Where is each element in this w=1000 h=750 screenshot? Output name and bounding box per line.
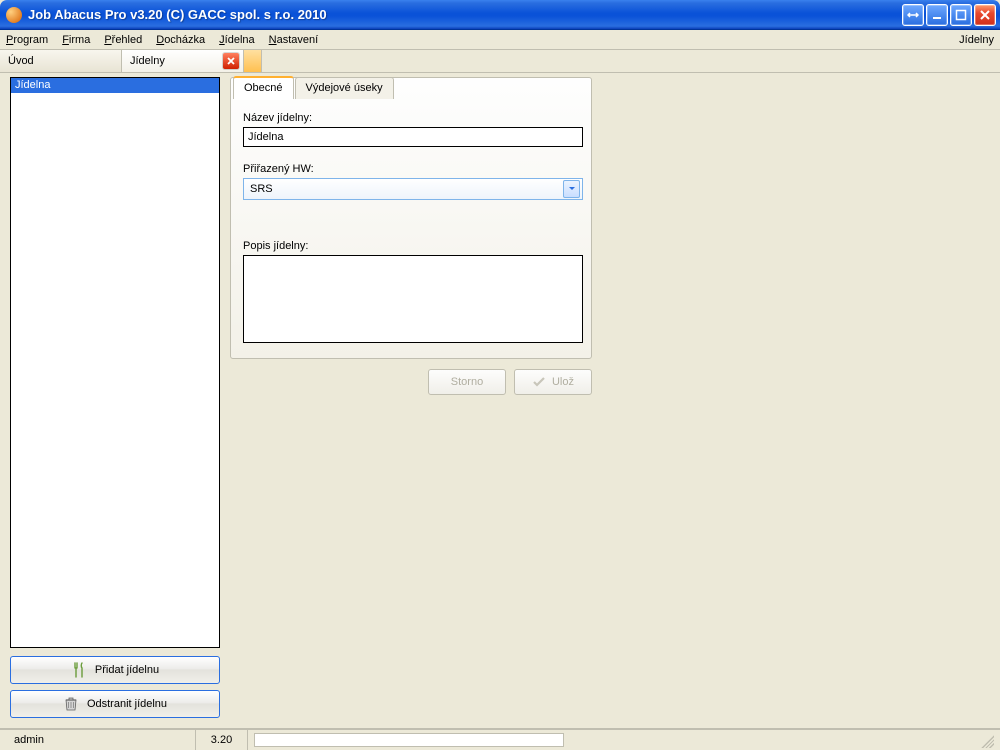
status-progressbar — [254, 733, 564, 747]
form-panel: Obecné Výdejové úseky Název jídelny: Při… — [230, 77, 592, 359]
menu-prehled[interactable]: Přehled — [104, 34, 142, 46]
tab-uvod[interactable]: Úvod — [0, 50, 122, 72]
menu-dochazka[interactable]: Docházka — [156, 34, 205, 46]
button-label: Ulož — [552, 376, 574, 388]
document-tabs: Úvod Jídelny — [0, 50, 1000, 73]
desc-textarea[interactable] — [243, 255, 583, 343]
statusbar: admin 3.20 — [0, 728, 1000, 750]
menu-right-jidelny[interactable]: Jídelny — [959, 34, 994, 46]
button-label: Přidat jídelnu — [95, 664, 159, 676]
inner-tabs: Obecné Výdejové úseky — [233, 77, 395, 99]
content-area: Jídelna Přidat jídelnu Odstranit jídel — [0, 73, 1000, 728]
maximize-button[interactable] — [950, 4, 972, 26]
minimize-button[interactable] — [926, 4, 948, 26]
app-icon — [6, 7, 22, 23]
name-input[interactable] — [243, 127, 583, 147]
trash-icon — [63, 696, 79, 712]
tab-vydejove-useky[interactable]: Výdejové úseky — [295, 77, 394, 99]
left-column: Jídelna Přidat jídelnu Odstranit jídel — [10, 77, 220, 724]
menu-program[interactable]: Program — [6, 34, 48, 46]
button-label: Storno — [451, 376, 483, 388]
tab-jidelny[interactable]: Jídelny — [122, 50, 244, 72]
tab-label: Jídelny — [130, 55, 165, 67]
remove-canteen-button[interactable]: Odstranit jídelnu — [10, 690, 220, 718]
titlebar: Job Abacus Pro v3.20 (C) GACC spol. s r.… — [0, 0, 1000, 30]
add-canteen-button[interactable]: Přidat jídelnu — [10, 656, 220, 684]
list-item[interactable]: Jídelna — [11, 78, 219, 93]
cancel-button[interactable]: Storno — [428, 369, 506, 395]
form-button-row: Storno Ulož — [230, 369, 592, 395]
save-button[interactable]: Ulož — [514, 369, 592, 395]
desc-label: Popis jídelny: — [243, 240, 579, 252]
cutlery-icon — [71, 662, 87, 678]
tab-label: Úvod — [8, 55, 34, 67]
resize-grip-icon[interactable] — [978, 732, 994, 748]
tab-overflow-marker — [244, 50, 262, 72]
tab-close-icon[interactable] — [223, 53, 239, 69]
tab-obecne[interactable]: Obecné — [233, 76, 294, 99]
menu-jidelna[interactable]: Jídelna — [219, 34, 254, 46]
status-user: admin — [6, 730, 196, 750]
menu-nastaveni[interactable]: Nastavení — [269, 34, 319, 46]
menubar: Program Firma Přehled Docházka Jídelna N… — [0, 30, 1000, 50]
right-column: Obecné Výdejové úseky Název jídelny: Při… — [230, 77, 996, 724]
window-switch-button[interactable] — [902, 4, 924, 26]
chevron-down-icon[interactable] — [563, 180, 580, 198]
hw-combobox[interactable]: SRS — [243, 178, 583, 200]
name-label: Název jídelny: — [243, 112, 579, 124]
close-button[interactable] — [974, 4, 996, 26]
status-version: 3.20 — [196, 730, 248, 750]
button-label: Odstranit jídelnu — [87, 698, 167, 710]
check-icon — [532, 375, 546, 389]
canteen-listbox[interactable]: Jídelna — [10, 77, 220, 648]
menu-firma[interactable]: Firma — [62, 34, 90, 46]
window-controls — [902, 4, 996, 26]
combobox-value: SRS — [250, 183, 563, 195]
window-title: Job Abacus Pro v3.20 (C) GACC spol. s r.… — [28, 7, 327, 22]
hw-label: Přiřazený HW: — [243, 163, 579, 175]
